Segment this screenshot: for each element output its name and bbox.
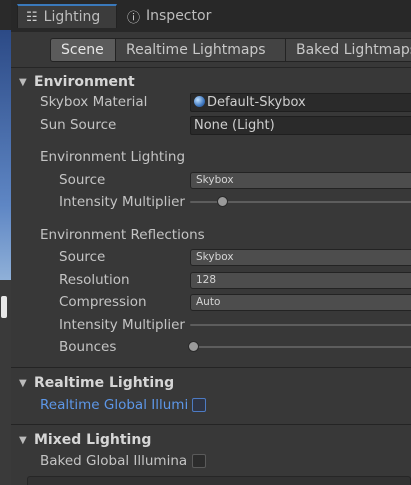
- env-reflections-source-dropdown[interactable]: Skybox: [190, 249, 411, 266]
- env-lighting-source-label: Source: [59, 172, 106, 188]
- skybox-material-label: Skybox Material: [40, 94, 148, 110]
- tab-inspector-label: Inspector: [146, 8, 212, 24]
- lighting-mode-toolbar: Scene Realtime Lightmaps Baked Lightmaps: [11, 32, 411, 68]
- skybox-material-row: Skybox Material Default-Skybox: [11, 92, 411, 112]
- tab-lighting[interactable]: ☷ Lighting: [17, 4, 117, 28]
- tab-lighting-label: Lighting: [43, 9, 101, 25]
- env-lighting-source-row: Source Skybox: [11, 170, 411, 190]
- realtime-gi-row: Realtime Global Illumi: [11, 395, 411, 415]
- mode-realtime-lightmaps-button[interactable]: Realtime Lightmaps: [115, 38, 286, 62]
- env-reflections-source-row: Source Skybox: [11, 247, 411, 267]
- realtime-gi-label: Realtime Global Illumi: [40, 397, 189, 413]
- realtime-gi-checkbox[interactable]: [192, 398, 206, 412]
- bounces-track[interactable]: [190, 346, 411, 348]
- env-reflections-source-label: Source: [59, 249, 106, 265]
- scene-gizmo: [1, 296, 7, 318]
- env-lighting-source-dropdown[interactable]: Skybox: [190, 172, 411, 189]
- mixed-lighting-header: Mixed Lighting: [34, 432, 152, 448]
- compression-dropdown[interactable]: Auto: [190, 294, 411, 311]
- foldout-arrow-icon: ▼: [19, 76, 27, 88]
- environment-reflections-title-row: Environment Reflections: [11, 225, 411, 245]
- sun-source-field[interactable]: None (Light): [190, 116, 411, 135]
- scene-view-edge: [0, 0, 11, 485]
- skybox-material-value: Default-Skybox: [207, 95, 306, 110]
- info-icon: ⓘ: [127, 10, 141, 26]
- env-lighting-intensity-row: Intensity Multiplier: [11, 192, 411, 212]
- material-sphere-icon: [194, 96, 205, 107]
- bounces-label: Bounces: [59, 339, 117, 355]
- compression-label: Compression: [59, 294, 147, 310]
- baked-gi-row: Baked Global Illumina: [11, 451, 411, 471]
- realtime-lighting-header: Realtime Lighting: [34, 375, 175, 391]
- info-help-box: [27, 476, 411, 485]
- mode-scene-button[interactable]: Scene: [50, 38, 116, 62]
- mixed-lighting-foldout[interactable]: ▼ Mixed Lighting: [11, 430, 411, 450]
- tab-inspector[interactable]: ⓘ Inspector: [119, 4, 229, 28]
- bounces-row: Bounces: [11, 337, 411, 357]
- resolution-label: Resolution: [59, 272, 130, 288]
- baked-gi-label: Baked Global Illumina: [40, 453, 188, 469]
- compression-row: Compression Auto: [11, 292, 411, 312]
- lighting-settings-panel: ▼ Environment Skybox Material Default-Sk…: [11, 68, 411, 485]
- bounces-thumb[interactable]: [188, 341, 199, 352]
- window-tab-strip: ☷ Lighting ⓘ Inspector: [11, 0, 411, 32]
- env-lighting-intensity-thumb[interactable]: [217, 196, 228, 207]
- environment-lighting-title-row: Environment Lighting: [11, 147, 411, 167]
- resolution-dropdown[interactable]: 128: [190, 272, 411, 289]
- realtime-lighting-foldout[interactable]: ▼ Realtime Lighting: [11, 373, 411, 393]
- section-divider: [11, 424, 411, 425]
- env-reflections-intensity-row: Intensity Multiplier: [11, 315, 411, 335]
- environment-reflections-title: Environment Reflections: [40, 227, 205, 243]
- environment-header: Environment: [34, 74, 135, 90]
- sun-source-row: Sun Source None (Light): [11, 115, 411, 135]
- env-reflections-intensity-label: Intensity Multiplier: [59, 317, 185, 333]
- foldout-arrow-icon: ▼: [19, 434, 27, 446]
- skybox-material-field[interactable]: Default-Skybox: [190, 93, 411, 112]
- sun-source-label: Sun Source: [40, 117, 117, 133]
- mode-baked-lightmaps-button[interactable]: Baked Lightmaps: [285, 38, 411, 62]
- lighting-icon: ☷: [26, 9, 38, 25]
- scene-sky: [0, 30, 11, 280]
- section-divider: [11, 367, 411, 368]
- resolution-row: Resolution 128: [11, 270, 411, 290]
- baked-gi-checkbox[interactable]: [192, 454, 206, 468]
- env-reflections-intensity-track[interactable]: [190, 324, 411, 326]
- foldout-arrow-icon: ▼: [19, 377, 27, 389]
- env-lighting-intensity-label: Intensity Multiplier: [59, 194, 185, 210]
- environment-lighting-title: Environment Lighting: [40, 149, 186, 165]
- environment-foldout[interactable]: ▼ Environment: [11, 72, 411, 92]
